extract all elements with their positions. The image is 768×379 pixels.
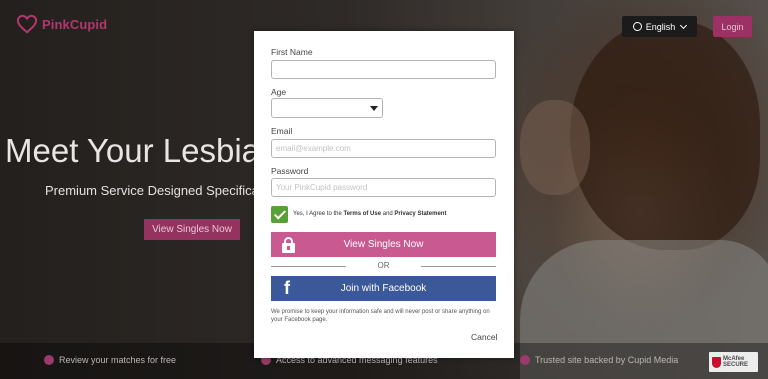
lock-icon — [282, 237, 295, 253]
terms-link[interactable]: Terms of Use — [343, 211, 381, 217]
agree-prefix: Yes, I Agree to the — [293, 211, 344, 217]
facebook-icon: f — [284, 278, 290, 298]
mcafee-badge-line1: McAfee — [723, 355, 745, 362]
language-selector[interactable]: English — [622, 16, 697, 37]
globe-icon — [632, 22, 642, 31]
caret-down-icon — [370, 106, 378, 111]
feature-item-trusted: Trusted site backed by Cupid Media — [520, 355, 678, 365]
chevron-down-icon — [680, 21, 688, 29]
password-label: Password — [271, 166, 309, 176]
feature-bullet-icon — [44, 355, 54, 365]
language-label: English — [645, 21, 676, 32]
join-facebook-label: Join with Facebook — [340, 283, 427, 294]
hero-view-singles-button[interactable]: View Singles Now — [144, 219, 240, 240]
signup-modal: First Name Age Email Password Yes, I Agr… — [254, 31, 514, 358]
join-facebook-button[interactable]: f Join with Facebook — [271, 276, 496, 301]
heart-icon — [16, 14, 38, 34]
first-name-label: First Name — [271, 47, 313, 57]
feature-bullet-icon — [520, 355, 530, 365]
feature-item-review: Review your matches for free — [44, 355, 176, 365]
password-field[interactable] — [271, 178, 496, 197]
mcafee-badge-text: McAfee SECURE — [723, 356, 748, 369]
view-singles-label: View Singles Now — [343, 239, 424, 250]
or-divider: OR — [271, 261, 496, 271]
privacy-link[interactable]: Privacy Statement — [394, 211, 446, 217]
mcafee-secure-badge: McAfee SECURE — [709, 352, 758, 372]
age-select[interactable] — [271, 98, 383, 118]
age-label: Age — [271, 87, 287, 97]
feature-label: Trusted site backed by Cupid Media — [535, 355, 679, 365]
hero-subtitle: Premium Service Designed Specifical — [45, 183, 262, 198]
cancel-button[interactable]: Cancel — [471, 332, 497, 342]
view-singles-button[interactable]: View Singles Now — [271, 232, 496, 257]
agree-and: and — [381, 211, 395, 217]
mcafee-badge-line2: SECURE — [723, 362, 749, 368]
privacy-promise-text: We promise to keep your information safe… — [271, 309, 490, 323]
brand-name: PinkCupid — [42, 16, 108, 32]
email-label: Email — [271, 126, 293, 136]
login-button[interactable]: Login — [713, 16, 752, 37]
feature-label: Review your matches for free — [59, 355, 177, 365]
agree-text: Yes, I Agree to the Terms of Use and Pri… — [293, 211, 446, 217]
hero-title: Meet Your Lesbia — [5, 132, 261, 169]
agree-checkbox[interactable] — [271, 206, 288, 223]
brand-logo[interactable]: PinkCupid — [16, 14, 107, 34]
email-field[interactable] — [271, 139, 496, 158]
shield-icon — [712, 356, 721, 368]
first-name-field[interactable] — [271, 60, 496, 79]
divider-line-right — [421, 266, 496, 267]
